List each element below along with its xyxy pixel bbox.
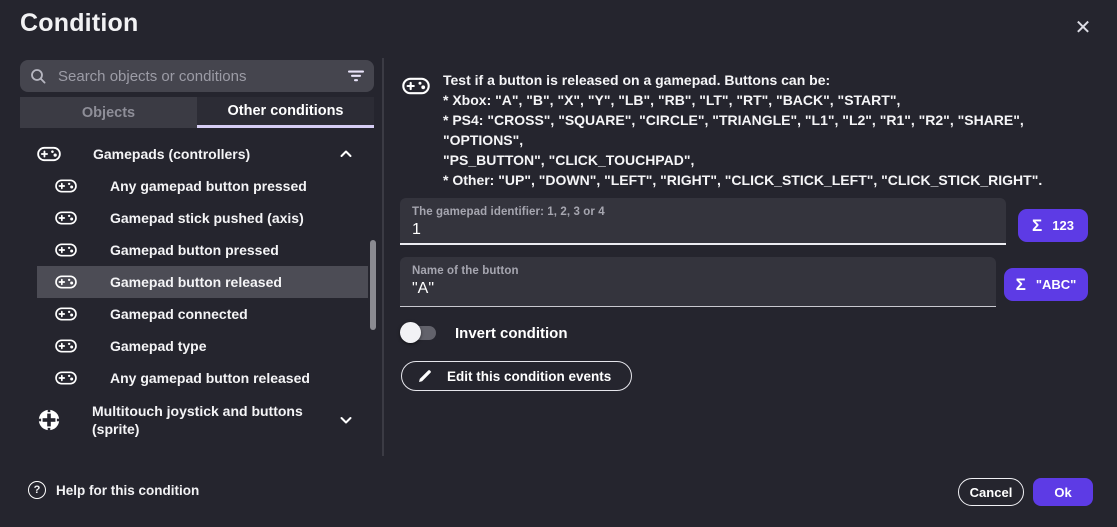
joystick-dpad-icon [37,408,61,432]
search-input[interactable] [56,67,342,86]
gamepad-icon [402,76,430,96]
invert-condition-toggle[interactable] [400,320,438,346]
panel-divider [382,58,384,456]
gamepad-icon [55,370,77,386]
expression-builder-button-abc[interactable]: Σ "ABC" [1004,268,1088,301]
list-item-selected[interactable]: Gamepad button released [37,266,368,298]
list-item-label: Gamepad type [110,338,206,354]
gamepad-icon [55,274,77,290]
gamepad-icon [55,306,77,322]
help-label: Help for this condition [56,483,199,498]
edit-button-label: Edit this condition events [447,369,611,384]
group-label: Gamepads (controllers) [93,146,250,162]
field-label: Name of the button [412,265,984,277]
invert-condition-label: Invert condition [455,325,568,342]
edit-condition-events-button[interactable]: Edit this condition events [401,361,632,391]
list-item[interactable]: Gamepad button pressed [37,234,368,266]
list-group-multitouch[interactable]: Multitouch joystick and buttons (sprite) [0,394,382,446]
sigma-icon: Σ [1016,275,1026,295]
condition-description: Test if a button is released on a gamepa… [402,70,1098,190]
search-bar[interactable] [20,60,374,92]
dialog-title: Condition [20,9,138,38]
cancel-button[interactable]: Cancel [958,478,1024,506]
expression-builder-button-123[interactable]: Σ 123 [1018,209,1088,242]
list-item-label: Gamepad stick pushed (axis) [110,210,304,226]
list-item-label: Any gamepad button pressed [110,178,307,194]
gamepad-icon [55,210,77,226]
toggle-thumb[interactable] [400,322,421,343]
chevron-up-icon[interactable] [338,146,354,162]
list-item-label: Gamepad connected [110,306,248,322]
condition-dialog: Condition ✕ Objects Other conditions Gam… [0,0,1117,527]
chevron-down-icon[interactable] [338,412,354,428]
pencil-icon [417,368,433,384]
gamepad-identifier-input[interactable] [412,221,994,239]
close-icon[interactable]: ✕ [1070,14,1096,40]
tab-other-conditions[interactable]: Other conditions [197,97,374,128]
list-group-gamepads[interactable]: Gamepads (controllers) [0,138,382,170]
help-link[interactable]: ? Help for this condition [28,481,199,499]
list-item[interactable]: Gamepad type [37,330,368,362]
ok-button[interactable]: Ok [1033,478,1093,506]
group-label: Multitouch joystick and buttons (sprite) [92,402,312,438]
invert-condition-row: Invert condition [400,320,568,346]
list-item[interactable]: Any gamepad button released [37,362,368,394]
tab-objects[interactable]: Objects [20,97,197,128]
gamepad-icon [55,242,77,258]
list-item[interactable]: Any gamepad button pressed [37,170,368,202]
filter-icon[interactable] [348,70,364,82]
gamepad-identifier-field[interactable]: The gamepad identifier: 1, 2, 3 or 4 [400,198,1006,245]
gamepad-icon [55,178,77,194]
list-item-label: Gamepad button released [110,274,282,290]
tab-bar: Objects Other conditions [20,97,374,128]
list-item-label: Any gamepad button released [110,370,310,386]
field-label: The gamepad identifier: 1, 2, 3 or 4 [412,206,994,218]
question-icon: ? [28,481,46,499]
search-icon [30,68,46,84]
sigma-icon: Σ [1032,216,1042,236]
expression-type-label: "ABC" [1036,277,1077,292]
description-text: Test if a button is released on a gamepa… [443,70,1098,190]
list-item[interactable]: Gamepad stick pushed (axis) [37,202,368,234]
button-name-input[interactable] [412,280,984,298]
expression-type-label: 123 [1052,218,1074,233]
conditions-list: Gamepads (controllers) Any gamepad butto… [0,138,382,446]
gamepad-icon [55,338,77,354]
button-name-field[interactable]: Name of the button [400,257,996,307]
list-item-label: Gamepad button pressed [110,242,279,258]
list-item[interactable]: Gamepad connected [37,298,368,330]
list-scrollbar[interactable] [370,240,376,330]
gamepad-icon [37,145,61,163]
